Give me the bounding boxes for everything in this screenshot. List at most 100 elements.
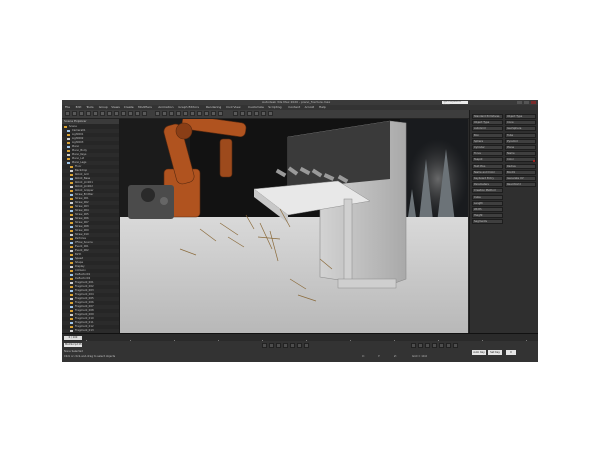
command-panel-label: Generate UV (507, 177, 524, 180)
object-icon (70, 258, 73, 260)
pivot-icon[interactable] (162, 111, 167, 116)
move-icon[interactable] (128, 111, 133, 116)
mirror-icon[interactable] (204, 111, 209, 116)
bind-icon[interactable] (93, 111, 98, 116)
render-frame-icon[interactable] (261, 111, 266, 116)
align-icon[interactable] (211, 111, 216, 116)
object-icon (67, 134, 70, 136)
command-panel-label: Cylinder (474, 146, 485, 149)
object-icon (67, 162, 70, 164)
object-icon (67, 158, 70, 160)
object-icon (70, 254, 73, 256)
redo-icon[interactable] (72, 111, 77, 116)
zoom-icon[interactable] (411, 343, 416, 348)
command-panel-label: Text Plus (474, 164, 486, 168)
object-icon (70, 278, 73, 280)
viewport-render (120, 119, 468, 333)
rect-select-icon[interactable] (114, 111, 119, 116)
command-panel-label: Cone (507, 121, 514, 125)
grid-readout: Grid = 10.0 (412, 355, 428, 358)
command-panel-label: Width (474, 208, 482, 211)
search-input[interactable]: Type a keyword or phrase (442, 101, 468, 106)
render-setup-icon[interactable] (254, 111, 259, 116)
maximize-button[interactable] (524, 101, 529, 104)
pan-icon[interactable] (439, 343, 444, 348)
object-icon (70, 306, 73, 308)
object-icon (70, 222, 73, 224)
command-panel-label: Name and Color (474, 170, 495, 174)
render-icon[interactable] (268, 111, 273, 116)
minimize-button[interactable] (517, 101, 522, 104)
object-icon (70, 330, 73, 332)
object-icon (70, 194, 73, 196)
scale-icon[interactable] (142, 111, 147, 116)
object-icon (70, 234, 73, 236)
angle-snap-icon[interactable] (176, 111, 181, 116)
schematic-icon[interactable] (240, 111, 245, 116)
link-icon[interactable] (79, 111, 84, 116)
current-frame-field[interactable]: 0 (506, 350, 516, 355)
select-by-name-icon[interactable] (107, 111, 112, 116)
select-icon[interactable] (100, 111, 105, 116)
object-icon (70, 294, 73, 296)
object-color-swatch[interactable] (533, 160, 535, 162)
object-icon (70, 262, 73, 264)
curve-editor-icon[interactable] (233, 111, 238, 116)
command-panel-label: Object Type (474, 121, 490, 125)
object-icon (67, 146, 70, 148)
zoom-all-icon[interactable] (418, 343, 423, 348)
object-icon (70, 174, 73, 176)
next-frame-icon[interactable] (283, 343, 288, 348)
object-icon (70, 166, 73, 168)
object-icon (70, 266, 73, 268)
object-icon (70, 230, 73, 232)
object-icon (70, 178, 73, 180)
object-icon (70, 238, 73, 240)
object-icon (70, 326, 73, 328)
zoom-extents-icon[interactable] (425, 343, 430, 348)
prompt-hint: Click or click-and-drag to select object… (64, 355, 116, 358)
auto-key-button[interactable]: Auto Key (472, 350, 486, 355)
percent-snap-icon[interactable] (183, 111, 188, 116)
undo-icon[interactable] (65, 111, 70, 116)
command-panel-label: Color (507, 158, 514, 162)
play-icon[interactable] (276, 343, 281, 348)
field-of-view-icon[interactable] (432, 343, 437, 348)
go-to-end-icon[interactable] (290, 343, 295, 348)
set-key-button[interactable]: Set Key (488, 350, 502, 355)
object-icon (70, 170, 73, 172)
perspective-viewport[interactable] (120, 119, 468, 333)
named-selection-icon[interactable] (197, 111, 202, 116)
maximize-viewport-icon[interactable] (453, 343, 458, 348)
object-icon (70, 322, 73, 324)
rotate-icon[interactable] (135, 111, 140, 116)
close-button[interactable] (531, 101, 536, 104)
object-icon (70, 250, 73, 252)
time-slider-handle[interactable]: 0 / 100 (64, 336, 82, 340)
orbit-icon[interactable] (446, 343, 451, 348)
prev-frame-icon[interactable] (269, 343, 274, 348)
object-icon (70, 310, 73, 312)
command-panel-label: Box01 (507, 170, 516, 174)
object-icon (70, 298, 73, 300)
coord-z-label: Z: (394, 355, 397, 358)
object-icon (70, 186, 73, 188)
maxscript-listener[interactable]: MAXScript Mi (64, 343, 82, 347)
material-editor-icon[interactable] (247, 111, 252, 116)
unlink-icon[interactable] (86, 111, 91, 116)
command-panel-label: Plane (507, 146, 515, 149)
object-icon (70, 198, 73, 200)
object-icon (70, 206, 73, 208)
window-crossing-icon[interactable] (121, 111, 126, 116)
time-config-icon[interactable] (304, 343, 309, 348)
object-icon (67, 154, 70, 156)
object-icon (70, 210, 73, 212)
object-icon (70, 282, 73, 284)
go-to-start-icon[interactable] (262, 343, 267, 348)
layer-icon[interactable] (218, 111, 223, 116)
ref-coord-icon[interactable] (155, 111, 160, 116)
snap-icon[interactable] (169, 111, 174, 116)
object-icon (67, 138, 70, 140)
spinner-snap-icon[interactable] (190, 111, 195, 116)
key-mode-icon[interactable] (297, 343, 302, 348)
